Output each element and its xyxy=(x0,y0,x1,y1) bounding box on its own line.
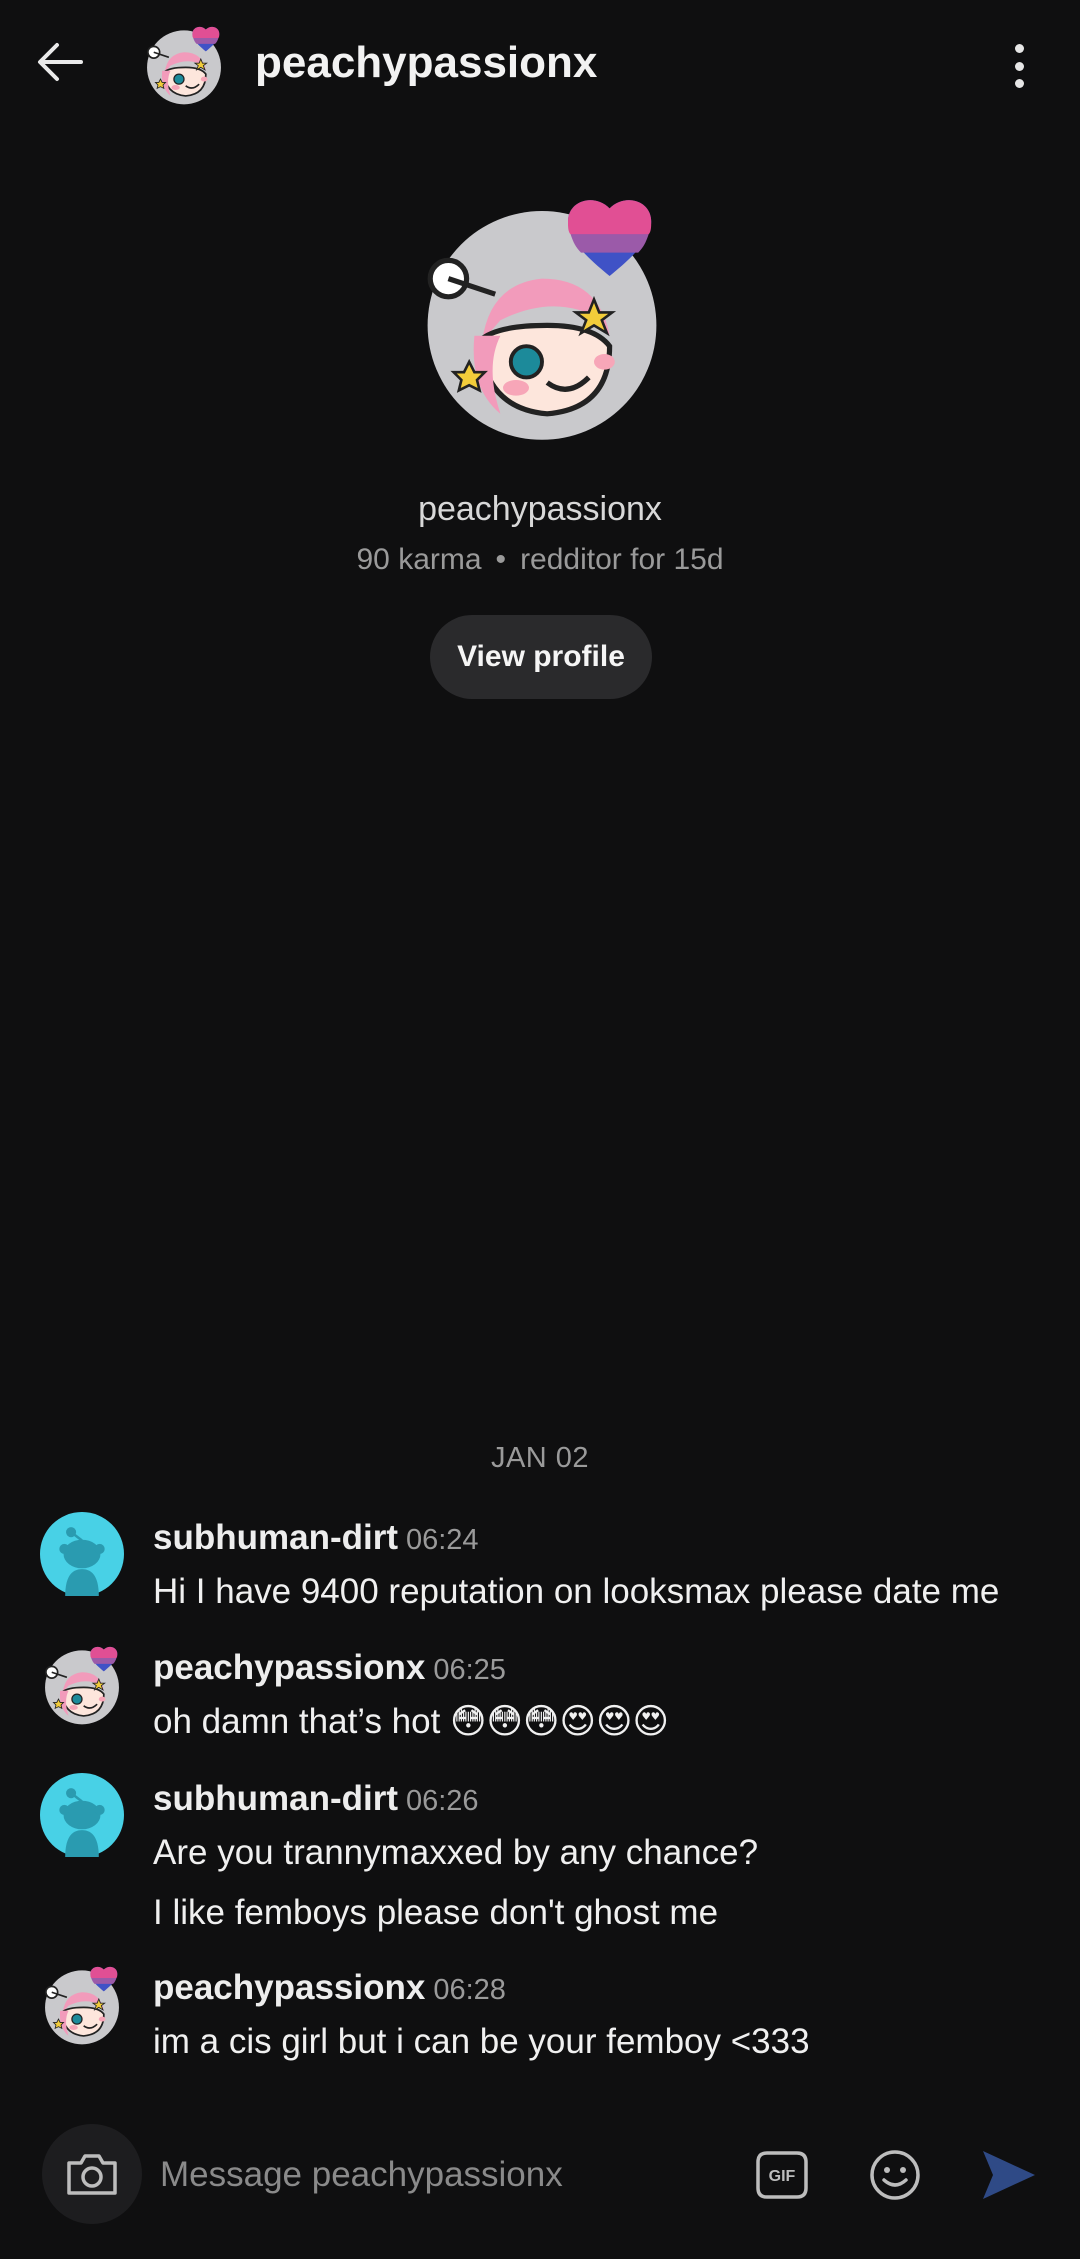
chat-title[interactable]: peachypassionx xyxy=(255,38,597,88)
profile-avatar[interactable] xyxy=(412,185,672,445)
message-text: oh damn that’s hot 😳😳😳😍😍😍 xyxy=(153,1702,669,1741)
emoji-icon xyxy=(870,2150,920,2200)
message-text: I like femboys please don't ghost me xyxy=(153,1893,719,1932)
send-icon xyxy=(983,2151,1035,2199)
message-input[interactable] xyxy=(160,2142,720,2208)
profile-meta: 90 karma • redditor for 15d xyxy=(0,543,1080,577)
message-time: 06:28 xyxy=(433,1974,506,2006)
sender-name[interactable]: subhuman-dirt xyxy=(153,1779,398,1818)
message-time: 06:25 xyxy=(433,1654,506,1686)
back-button[interactable] xyxy=(28,30,92,94)
meta-separator: • xyxy=(495,543,507,576)
top-app-bar: peachypassionx xyxy=(0,0,1080,130)
sender-name[interactable]: peachypassionx xyxy=(153,1648,425,1687)
message-text: Hi I have 9400 reputation on looksmax pl… xyxy=(153,1572,1000,1611)
arrow-left-icon xyxy=(38,43,83,81)
message-time: 06:26 xyxy=(405,1785,479,1817)
more-options-button[interactable] xyxy=(995,38,1043,94)
view-profile-button[interactable]: View profile xyxy=(430,615,652,699)
message-text: im a cis girl but i can be your femboy <… xyxy=(153,2022,810,2061)
sender-avatar[interactable] xyxy=(40,1773,124,1857)
sender-name[interactable]: subhuman-dirt xyxy=(153,1518,398,1557)
camera-icon xyxy=(67,2154,117,2195)
message-time: 06:24 xyxy=(405,1524,479,1556)
sender-avatar[interactable] xyxy=(40,1512,124,1596)
account-age: redditor for 15d xyxy=(520,543,724,576)
sender-avatar[interactable] xyxy=(40,1962,124,2046)
sender-avatar[interactable] xyxy=(40,1642,124,1726)
gif-label: GIF xyxy=(769,2168,796,2185)
profile-username: peachypassionx xyxy=(418,490,662,528)
header-avatar[interactable] xyxy=(142,22,226,106)
gif-icon: GIF xyxy=(756,2151,808,2199)
more-vertical-icon xyxy=(1014,44,1024,53)
message-text: Are you trannymaxxed by any chance? xyxy=(153,1833,759,1872)
emoji-button[interactable] xyxy=(866,2146,924,2204)
message-composer: GIF xyxy=(0,2120,1080,2230)
sender-name[interactable]: peachypassionx xyxy=(153,1968,425,2007)
gif-button[interactable]: GIF xyxy=(752,2147,812,2203)
karma-count: 90 karma xyxy=(356,543,482,576)
camera-button[interactable] xyxy=(42,2124,142,2224)
send-button[interactable] xyxy=(978,2144,1040,2206)
date-separator: JAN 02 xyxy=(490,1442,590,1474)
